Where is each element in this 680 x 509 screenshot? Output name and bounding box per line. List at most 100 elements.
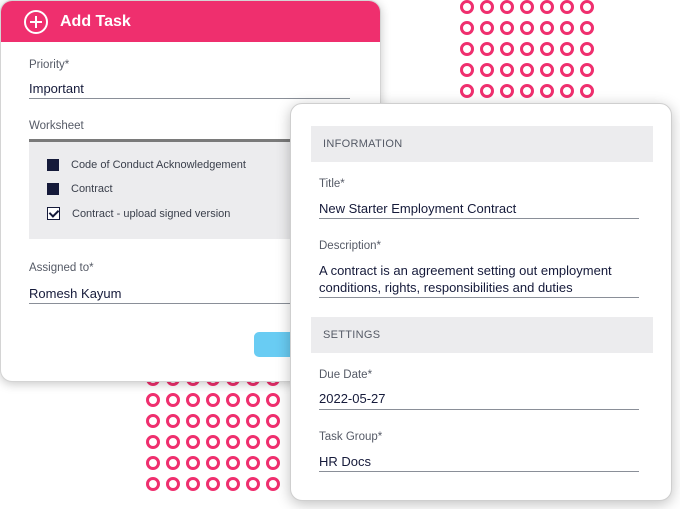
ring-dot-icon bbox=[580, 21, 594, 35]
description-line-1[interactable]: A contract is an agreement setting out e… bbox=[319, 263, 612, 278]
add-task-title: Add Task bbox=[60, 12, 131, 30]
ring-dot-icon bbox=[580, 0, 594, 14]
ring-dot-icon bbox=[166, 477, 180, 491]
ring-dot-icon bbox=[480, 63, 494, 77]
worksheet-item-label: Code of Conduct Acknowledgement bbox=[71, 159, 246, 171]
assigned-label: Assigned to* bbox=[29, 262, 94, 274]
ring-dot-icon bbox=[540, 21, 554, 35]
ring-dot-icon bbox=[500, 84, 514, 98]
ring-dot-icon bbox=[560, 84, 574, 98]
ring-dot-icon bbox=[480, 0, 494, 14]
description-label: Description* bbox=[319, 240, 381, 252]
ring-dot-icon bbox=[246, 456, 260, 470]
ring-dot-icon bbox=[146, 435, 160, 449]
due-date-underline bbox=[319, 409, 639, 410]
ring-dot-icon bbox=[166, 414, 180, 428]
ring-dot-icon bbox=[500, 42, 514, 56]
ring-dot-icon bbox=[460, 84, 474, 98]
ring-dot-icon bbox=[520, 84, 534, 98]
task-group-underline bbox=[319, 471, 639, 472]
priority-label: Priority* bbox=[29, 59, 70, 71]
task-detail-card: INFORMATION Title* New Starter Employmen… bbox=[290, 103, 672, 501]
ring-dot-icon bbox=[460, 42, 474, 56]
worksheet-item[interactable]: Contract - upload signed version bbox=[47, 207, 230, 220]
title-underline bbox=[319, 218, 639, 219]
ring-dot-icon bbox=[520, 0, 534, 14]
settings-section-header: SETTINGS bbox=[311, 317, 653, 353]
checkbox-filled-icon[interactable] bbox=[47, 159, 59, 171]
description-line-2[interactable]: conditions, rights, responsibilities and… bbox=[319, 280, 573, 295]
ring-dot-icon bbox=[186, 414, 200, 428]
ring-dot-icon bbox=[580, 63, 594, 77]
priority-field[interactable]: Important bbox=[29, 81, 84, 96]
ring-dot-icon bbox=[226, 435, 240, 449]
add-task-header: Add Task bbox=[1, 1, 380, 42]
due-date-field[interactable]: 2022-05-27 bbox=[319, 391, 386, 406]
ring-dot-icon bbox=[146, 477, 160, 491]
ring-dot-icon bbox=[246, 414, 260, 428]
checkbox-checked-icon[interactable] bbox=[47, 207, 60, 220]
worksheet-item[interactable]: Code of Conduct Acknowledgement bbox=[47, 159, 246, 171]
ring-dot-icon bbox=[206, 414, 220, 428]
dot-pattern-bottom bbox=[146, 372, 280, 491]
ring-dot-icon bbox=[186, 393, 200, 407]
ring-dot-icon bbox=[480, 21, 494, 35]
ring-dot-icon bbox=[206, 456, 220, 470]
dot-pattern-top bbox=[460, 0, 594, 98]
ring-dot-icon bbox=[166, 456, 180, 470]
ring-dot-icon bbox=[460, 21, 474, 35]
ring-dot-icon bbox=[186, 456, 200, 470]
ring-dot-icon bbox=[166, 435, 180, 449]
ring-dot-icon bbox=[266, 456, 280, 470]
assigned-field[interactable]: Romesh Kayum bbox=[29, 286, 121, 301]
ring-dot-icon bbox=[520, 42, 534, 56]
ring-dot-icon bbox=[560, 63, 574, 77]
ring-dot-icon bbox=[226, 456, 240, 470]
ring-dot-icon bbox=[206, 477, 220, 491]
plus-circle-icon[interactable] bbox=[24, 9, 48, 34]
ring-dot-icon bbox=[520, 21, 534, 35]
checkbox-filled-icon[interactable] bbox=[47, 183, 59, 195]
ring-dot-icon bbox=[146, 456, 160, 470]
due-date-label: Due Date* bbox=[319, 369, 373, 381]
ring-dot-icon bbox=[560, 42, 574, 56]
ring-dot-icon bbox=[580, 42, 594, 56]
priority-underline bbox=[29, 98, 350, 99]
ring-dot-icon bbox=[480, 84, 494, 98]
ring-dot-icon bbox=[480, 42, 494, 56]
ring-dot-icon bbox=[500, 63, 514, 77]
task-group-field[interactable]: HR Docs bbox=[319, 454, 371, 469]
ring-dot-icon bbox=[246, 477, 260, 491]
ring-dot-icon bbox=[266, 414, 280, 428]
ring-dot-icon bbox=[540, 63, 554, 77]
worksheet-item[interactable]: Contract bbox=[47, 183, 113, 195]
description-underline bbox=[319, 297, 639, 298]
worksheet-label: Worksheet bbox=[29, 120, 84, 132]
task-group-label: Task Group* bbox=[319, 431, 383, 443]
title-label: Title* bbox=[319, 178, 345, 190]
ring-dot-icon bbox=[226, 477, 240, 491]
title-field[interactable]: New Starter Employment Contract bbox=[319, 201, 516, 216]
ring-dot-icon bbox=[540, 0, 554, 14]
ring-dot-icon bbox=[460, 63, 474, 77]
ring-dot-icon bbox=[206, 435, 220, 449]
ring-dot-icon bbox=[540, 42, 554, 56]
ring-dot-icon bbox=[266, 393, 280, 407]
ring-dot-icon bbox=[500, 0, 514, 14]
ring-dot-icon bbox=[226, 414, 240, 428]
ring-dot-icon bbox=[500, 21, 514, 35]
worksheet-item-label: Contract bbox=[71, 183, 113, 195]
information-section-header: INFORMATION bbox=[311, 126, 653, 162]
ring-dot-icon bbox=[520, 63, 534, 77]
ring-dot-icon bbox=[246, 393, 260, 407]
ring-dot-icon bbox=[146, 393, 160, 407]
ring-dot-icon bbox=[460, 0, 474, 14]
ring-dot-icon bbox=[560, 21, 574, 35]
ring-dot-icon bbox=[580, 84, 594, 98]
ring-dot-icon bbox=[186, 435, 200, 449]
ring-dot-icon bbox=[166, 393, 180, 407]
ring-dot-icon bbox=[266, 477, 280, 491]
ring-dot-icon bbox=[186, 477, 200, 491]
ring-dot-icon bbox=[146, 414, 160, 428]
ring-dot-icon bbox=[226, 393, 240, 407]
